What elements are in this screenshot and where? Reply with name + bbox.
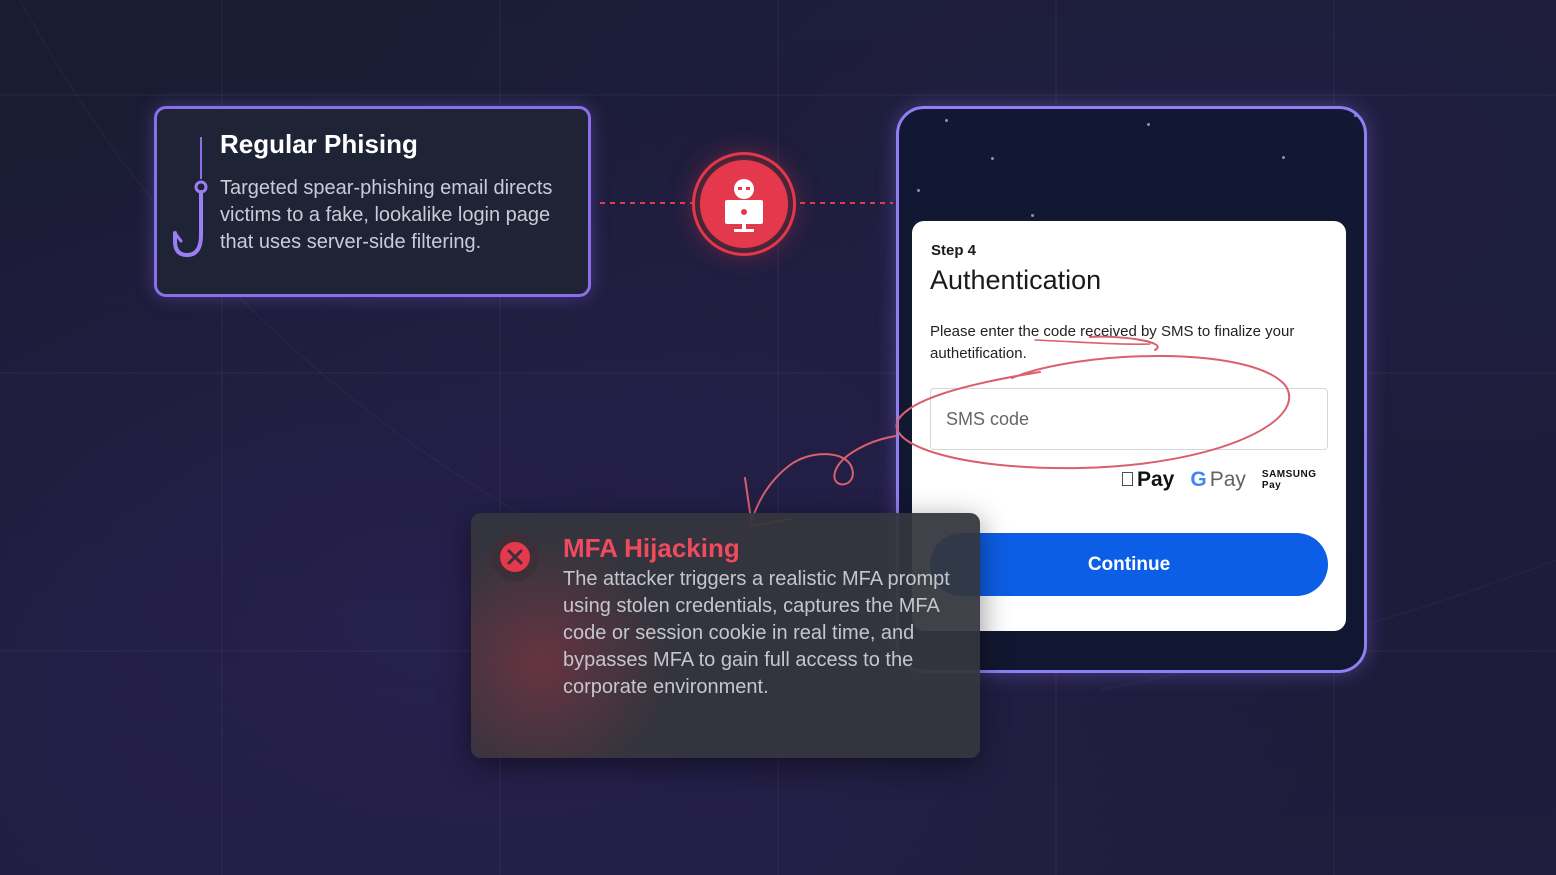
payment-methods:  Pay G Pay SAMSUNG Pay xyxy=(1120,465,1320,495)
sms-code-input[interactable] xyxy=(930,388,1328,450)
mfa-description: The attacker triggers a realistic MFA pr… xyxy=(563,568,950,698)
error-x-icon xyxy=(491,533,539,581)
apple-icon:  xyxy=(1120,469,1135,492)
auth-description: Please enter the code received by SMS to… xyxy=(930,323,1295,362)
mfa-title: MFA Hijacking xyxy=(563,533,740,563)
hacker-icon xyxy=(700,160,788,248)
auth-title: Authentication xyxy=(930,265,1102,295)
samsung-pay-logo: SAMSUNG Pay xyxy=(1246,469,1316,491)
google-g-icon: G xyxy=(1175,468,1206,491)
google-pay-logo: G Pay xyxy=(1175,468,1246,491)
step-label: Step 4 xyxy=(931,242,977,259)
apple-pay-logo:  Pay xyxy=(1120,468,1174,492)
mfa-hijacking-card: MFA Hijacking The attacker triggers a re… xyxy=(471,513,980,758)
continue-button[interactable]: Continue xyxy=(930,533,1328,596)
